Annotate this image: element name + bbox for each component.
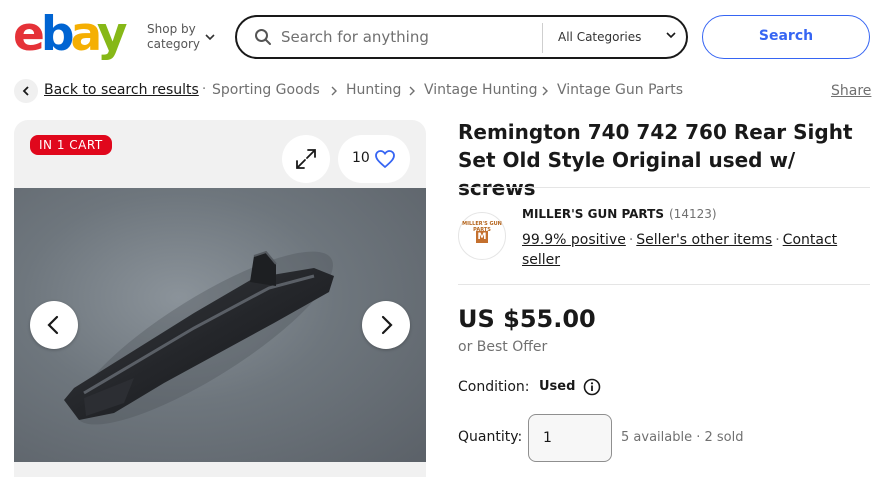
breadcrumb-vintage-gun-parts[interactable]: Vintage Gun Parts xyxy=(557,82,683,99)
chevron-down-icon xyxy=(666,32,676,39)
search-divider xyxy=(542,23,543,53)
logo-letter-a: a xyxy=(70,7,101,62)
separator-dot: · xyxy=(775,232,780,248)
next-image-button[interactable] xyxy=(362,301,410,349)
condition-value: Used xyxy=(539,379,576,394)
watch-count: 10 xyxy=(352,150,370,166)
seller-name[interactable]: MILLER'S GUN PARTS xyxy=(522,207,664,221)
divider xyxy=(458,187,870,188)
watch-button[interactable]: 10 xyxy=(338,135,410,183)
breadcrumb-hunting[interactable]: Hunting xyxy=(346,82,401,99)
quantity-input[interactable] xyxy=(528,414,612,462)
expand-image-button[interactable] xyxy=(282,135,330,183)
breadcrumb-vintage-hunting[interactable]: Vintage Hunting xyxy=(424,82,537,99)
back-button[interactable] xyxy=(14,79,38,103)
shop-by-label: Shop by xyxy=(147,22,196,36)
back-to-search-link[interactable]: Back to search results xyxy=(44,82,199,99)
logo-letter-b: b xyxy=(40,7,75,62)
chevron-right-icon xyxy=(542,86,548,96)
seller-positive-link[interactable]: 99.9% positive xyxy=(522,232,626,248)
shop-by-label-2: category xyxy=(147,37,201,51)
best-offer-label: or Best Offer xyxy=(458,339,548,355)
chevron-right-icon xyxy=(381,315,393,335)
info-icon[interactable] xyxy=(583,378,601,396)
seller-feedback-count: (14123) xyxy=(669,207,717,221)
shop-by-category-button[interactable]: Shop by category xyxy=(147,22,215,52)
expand-icon xyxy=(296,149,316,169)
divider xyxy=(458,284,870,285)
breadcrumb-sporting-goods[interactable]: Sporting Goods xyxy=(212,82,320,99)
search-icon xyxy=(255,29,271,45)
chevron-right-icon xyxy=(409,86,415,96)
availability-text: 5 available · 2 sold xyxy=(621,430,744,445)
logo-letter-e: e xyxy=(13,7,45,62)
ebay-logo[interactable]: ebay xyxy=(13,10,133,60)
previous-image-button[interactable] xyxy=(30,301,78,349)
category-select[interactable]: All Categories xyxy=(558,30,641,44)
seller-other-items-link[interactable]: Seller's other items xyxy=(636,232,772,248)
chevron-right-icon xyxy=(331,86,337,96)
chevron-down-icon xyxy=(205,34,215,41)
in-cart-badge: IN 1 CART xyxy=(30,135,112,155)
search-input[interactable] xyxy=(281,24,531,50)
search-button[interactable]: Search xyxy=(702,15,870,59)
logo-letter-y: y xyxy=(96,7,128,62)
price: US $55.00 xyxy=(458,305,596,333)
search-bar: All Categories xyxy=(235,15,688,59)
seller-logo-mark: M xyxy=(476,231,488,243)
heart-icon xyxy=(375,150,395,169)
listing-title: Remington 740 742 760 Rear Sight Set Old… xyxy=(458,120,853,200)
share-link[interactable]: Share xyxy=(831,83,871,99)
seller-links: 99.9% positive · Seller's other items · Cont… xyxy=(522,230,852,270)
condition-label: Condition: xyxy=(458,379,530,395)
seller-logo[interactable]: MILLER'S GUN PARTS M xyxy=(458,212,506,260)
breadcrumb-separator: · xyxy=(202,82,207,97)
quantity-label: Quantity: xyxy=(458,429,523,445)
chevron-left-icon xyxy=(47,315,59,335)
separator-dot: · xyxy=(628,232,634,248)
image-gallery: IN 1 CART 10 xyxy=(14,120,426,477)
chevron-left-icon xyxy=(22,86,29,96)
